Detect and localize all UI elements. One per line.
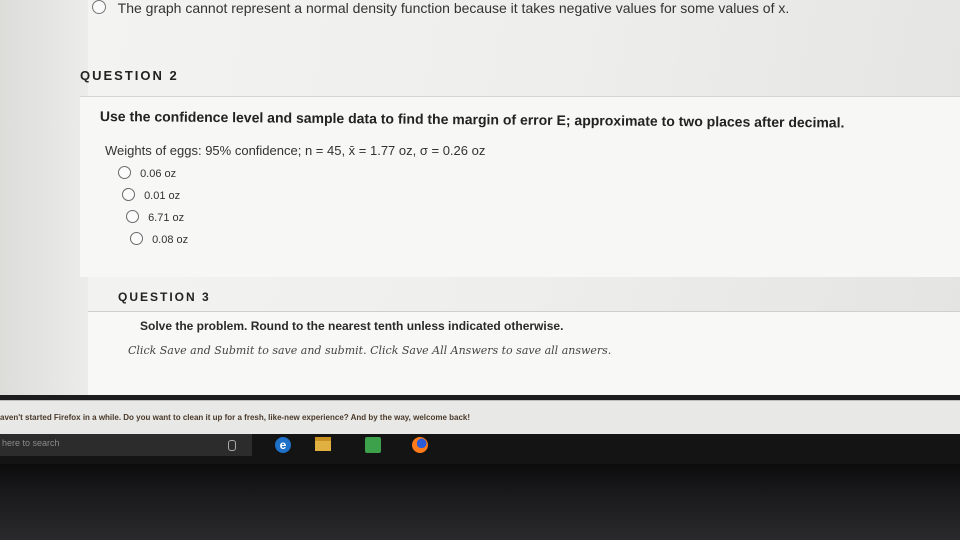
radio-button[interactable] xyxy=(92,0,106,14)
left-margin xyxy=(0,0,88,395)
microphone-icon[interactable] xyxy=(228,440,236,451)
file-explorer-icon[interactable] xyxy=(315,437,331,451)
answer-option-label: 0.06 oz xyxy=(140,168,177,180)
answer-option-2[interactable]: 0.01 oz xyxy=(122,188,180,202)
search-placeholder: here to search xyxy=(2,438,60,448)
radio-button[interactable] xyxy=(118,166,131,179)
browser-content: The graph cannot represent a normal dens… xyxy=(0,0,960,395)
firefox-icon[interactable] xyxy=(412,437,428,453)
monitor-bezel xyxy=(0,464,960,540)
answer-option-label: 6.71 oz xyxy=(148,212,185,224)
firefox-refresh-notification: aven't started Firefox in a while. Do yo… xyxy=(0,400,960,435)
question-2-data: Weights of eggs: 95% confidence; n = 45,… xyxy=(105,143,486,158)
answer-option-label: 0.01 oz xyxy=(144,190,181,202)
answer-option-3[interactable]: 6.71 oz xyxy=(126,210,184,224)
submit-instructions: Click Save and Submit to save and submit… xyxy=(128,344,612,357)
question-3-prompt: Solve the problem. Round to the nearest … xyxy=(140,319,564,333)
radio-button[interactable] xyxy=(122,188,135,201)
radio-button[interactable] xyxy=(126,210,139,223)
notification-text: aven't started Firefox in a while. Do yo… xyxy=(0,413,471,422)
radio-button[interactable] xyxy=(130,232,143,245)
store-icon[interactable] xyxy=(365,437,381,453)
taskbar-search-input[interactable]: here to search xyxy=(0,434,252,456)
answer-option-label: 0.08 oz xyxy=(152,234,189,246)
previous-question-option[interactable]: The graph cannot represent a normal dens… xyxy=(92,0,952,22)
previous-option-text: The graph cannot represent a normal dens… xyxy=(117,0,790,16)
answer-option-1[interactable]: 0.06 oz xyxy=(118,166,176,180)
edge-icon[interactable]: e xyxy=(275,437,291,453)
question-3-label: QUESTION 3 xyxy=(118,290,211,304)
question-2-label: QUESTION 2 xyxy=(80,68,179,83)
taskbar: here to search e xyxy=(0,434,960,464)
answer-option-4[interactable]: 0.08 oz xyxy=(130,232,188,246)
